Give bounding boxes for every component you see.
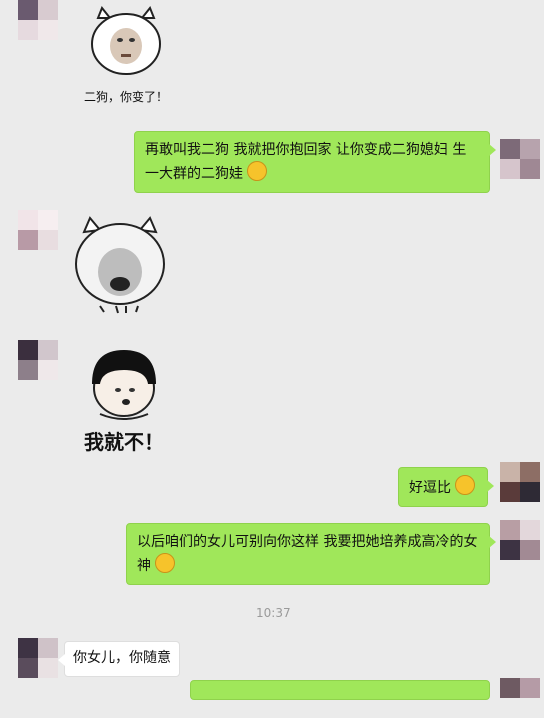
- message-text: 以后咱们的女儿可别向你这样 我要把她培养成高冷的女神: [137, 534, 478, 574]
- sticker-caption: 二狗，你变了！: [83, 90, 168, 104]
- message-text: 你女儿，你随意: [73, 650, 171, 666]
- message-bubble-sent[interactable]: 再敢叫我二狗 我就把你抱回家 让你变成二狗媳妇 生一大群的二狗娃: [134, 131, 496, 193]
- message-bubble-received[interactable]: 你女儿，你随意: [58, 641, 180, 677]
- avatar-right[interactable]: [500, 139, 540, 179]
- pig-face-sticker[interactable]: 二狗，你变了！: [80, 6, 172, 104]
- avatar-right[interactable]: [500, 678, 540, 718]
- avatar-left[interactable]: [18, 340, 58, 380]
- avatar-right[interactable]: [500, 520, 540, 560]
- message-text: 再敢叫我二狗 我就把你抱回家 让你变成二狗媳妇 生一大群的二狗娃: [145, 142, 467, 182]
- pig-face-icon: [91, 6, 161, 75]
- avatar-left[interactable]: [18, 638, 58, 678]
- sunglasses-emoji-icon: [155, 553, 175, 573]
- tongue-wink-emoji-icon: [247, 161, 267, 181]
- message-bubble-sent[interactable]: 以后咱们的女儿可别向你这样 我要把她培养成高冷的女神: [126, 523, 496, 585]
- blurred-pig-face-icon: [75, 216, 165, 314]
- avatar-right[interactable]: [500, 462, 540, 502]
- bowl-cut-face-sticker[interactable]: 我就不！: [78, 344, 170, 454]
- message-bubble-sent-partial[interactable]: [190, 680, 490, 700]
- avatar-left[interactable]: [18, 210, 58, 250]
- bowl-cut-face-icon: [92, 350, 156, 420]
- message-bubble-sent[interactable]: 好逗比: [398, 467, 494, 507]
- message-text: 好逗比: [409, 480, 451, 496]
- message-timestamp: 10:37: [256, 606, 291, 620]
- sticker-caption: 我就不！: [84, 430, 164, 454]
- facepalm-emoji-icon: [455, 475, 475, 495]
- avatar-left[interactable]: [18, 0, 58, 40]
- blurred-pig-face-sticker[interactable]: [70, 214, 170, 314]
